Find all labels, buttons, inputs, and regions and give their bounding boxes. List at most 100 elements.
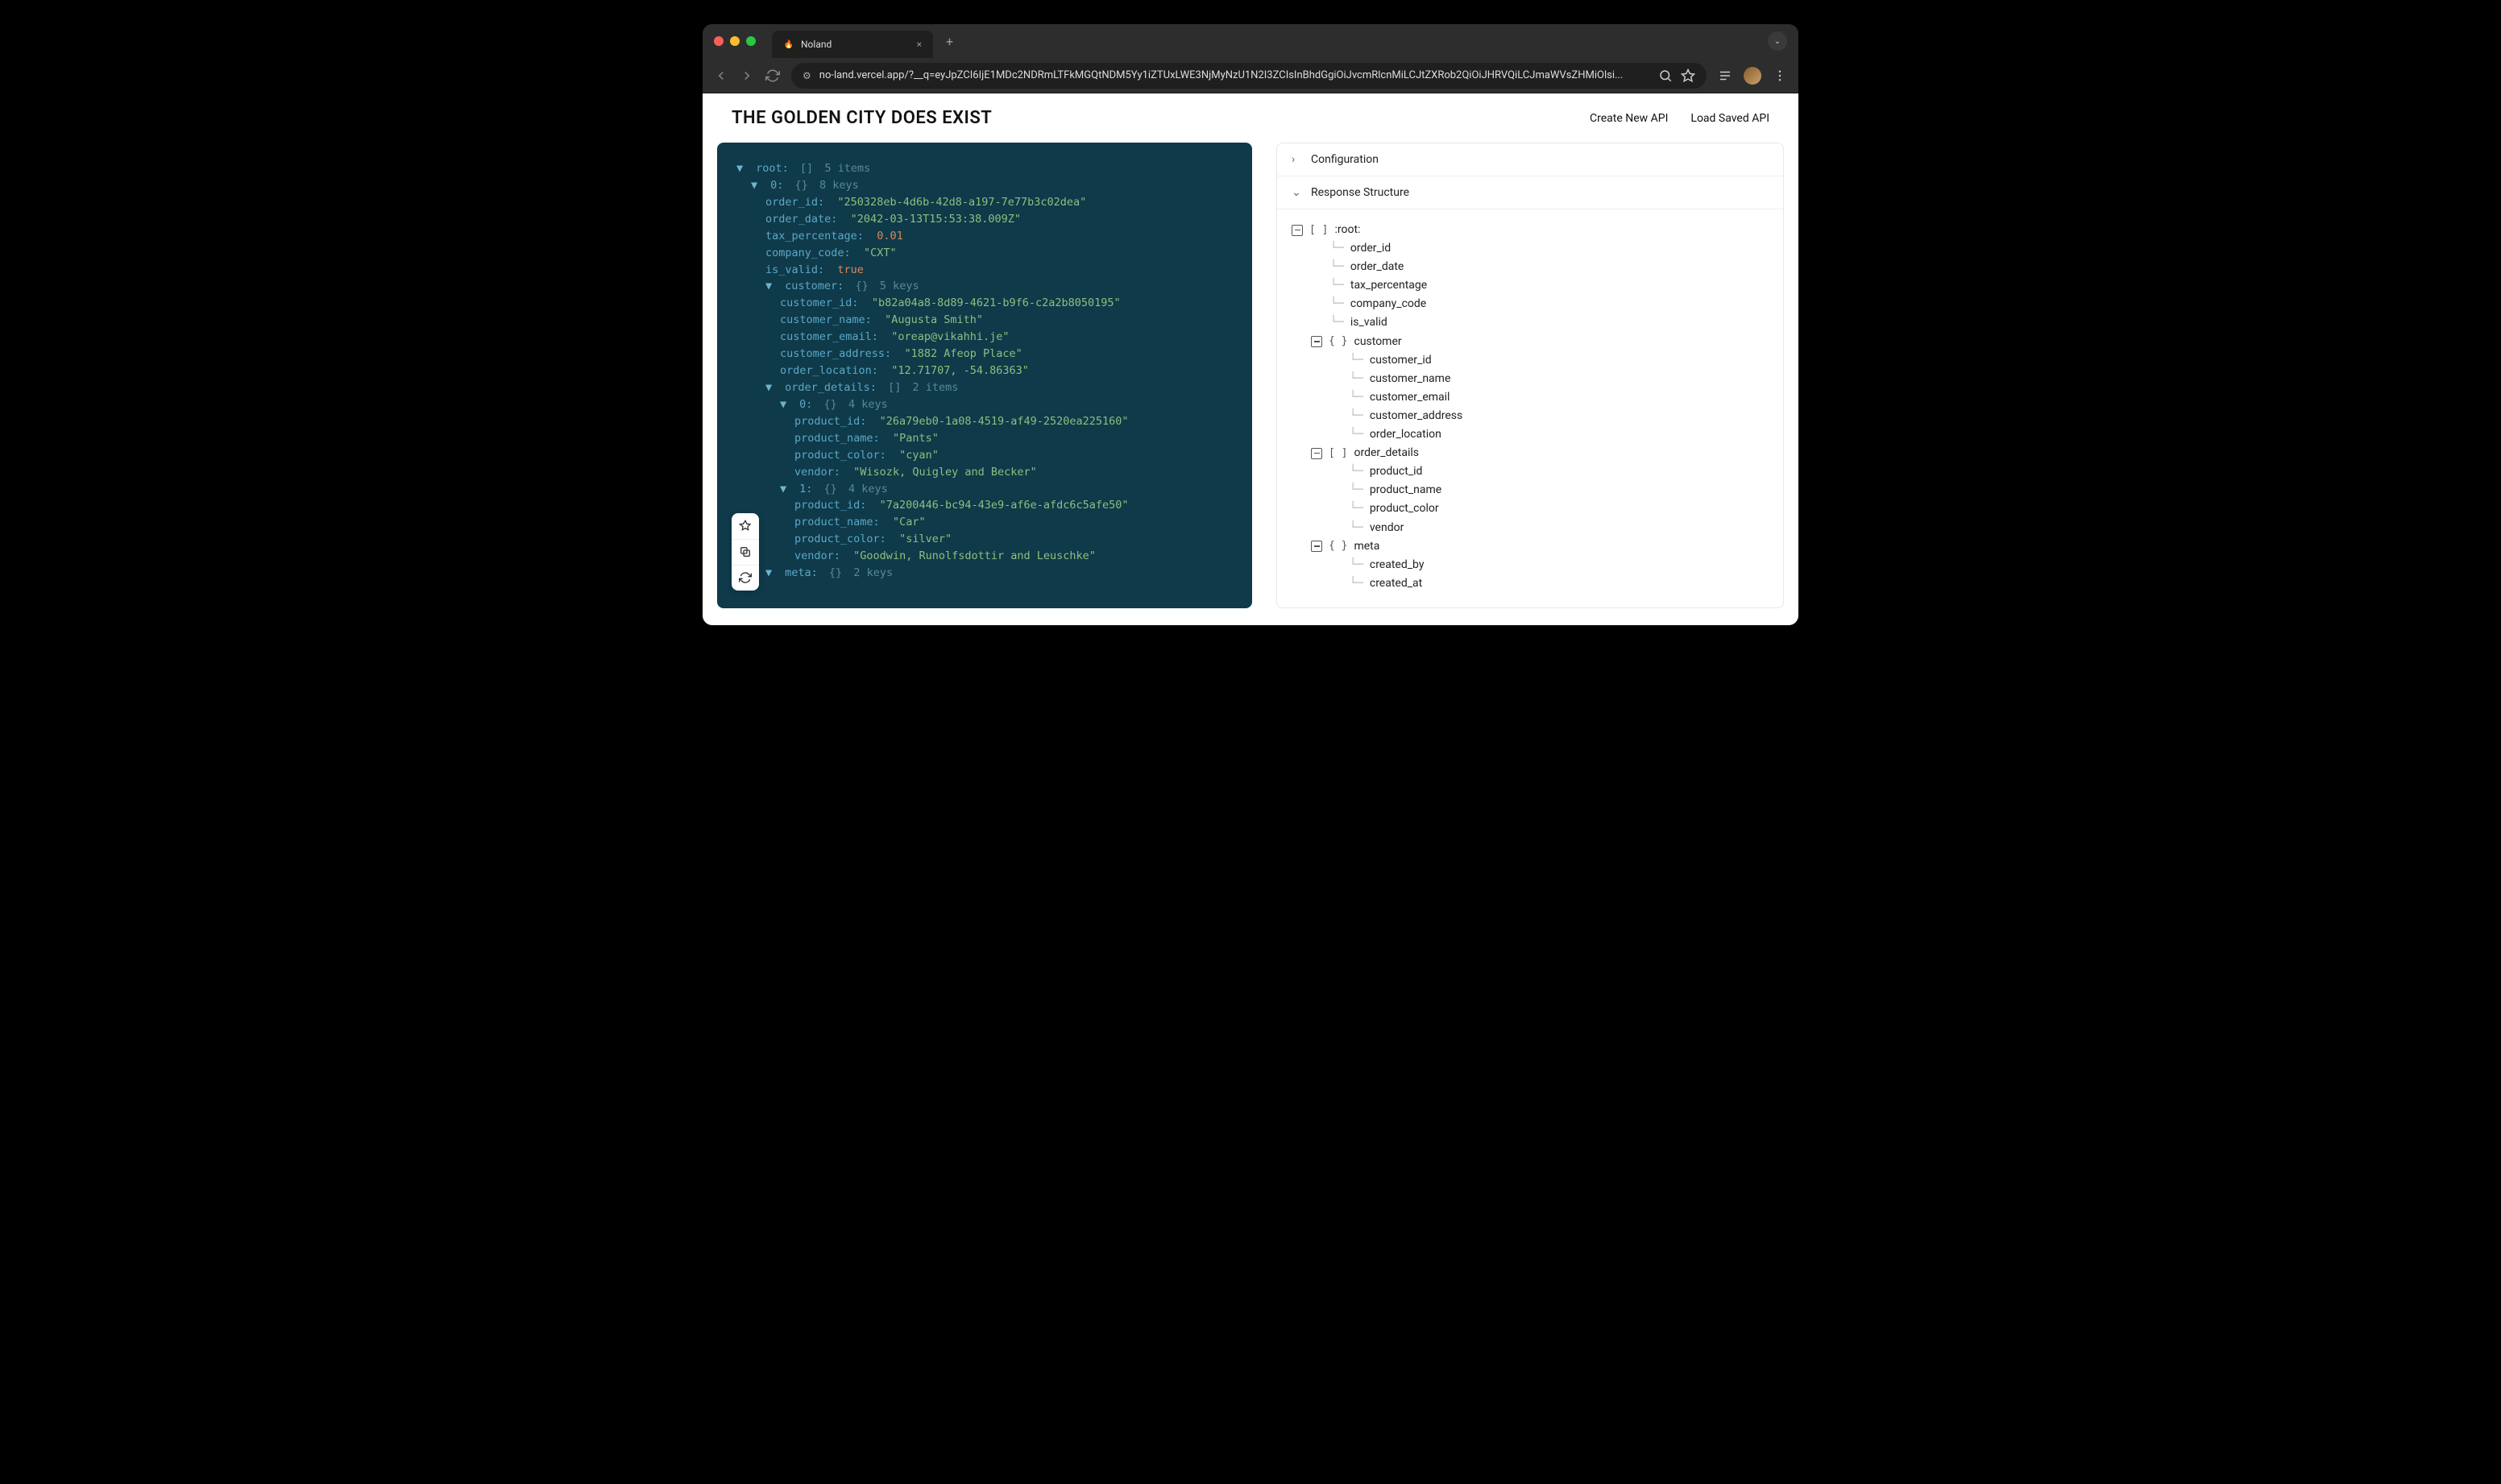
json-object-row[interactable]: ▼ 1: {} 4 keys [732,481,1238,498]
profile-avatar[interactable] [1744,67,1761,85]
window-close-button[interactable] [714,36,724,46]
menu-icon[interactable] [1773,68,1787,83]
collapse-box-icon[interactable] [1311,541,1322,552]
tab-list-dropdown[interactable]: ⌄ [1768,31,1787,51]
tree-connector-icon: └─ [1350,388,1363,407]
json-root-row[interactable]: ▼ root: [] 5 items [732,160,1238,177]
site-settings-icon[interactable]: ⚙ [803,70,811,81]
json-object-row[interactable]: ▼ 0: {} 8 keys [732,177,1238,194]
main-area: ▼ root: [] 5 items ▼ 0: {} 8 keys order_… [703,143,1798,624]
json-key: product_color: [794,449,886,462]
json-key: customer: [785,280,844,292]
tree-connector-icon: └─ [1350,370,1363,388]
tree-leaf[interactable]: └─created_by [1292,556,1769,574]
tree-leaf[interactable]: └─order_location [1292,425,1769,444]
json-value: "cyan" [899,449,939,462]
json-field-row: tax_percentage: 0.01 [732,228,1238,245]
tree-leaf[interactable]: └─customer_address [1292,407,1769,425]
json-key: order_id: [765,196,824,209]
json-field-row: product_name: "Pants" [732,430,1238,447]
json-field-row: product_id: "7a200446-bc94-43e9-af6e-afd… [732,497,1238,514]
tree-root-row[interactable]: [ ] :root: [1292,221,1769,239]
json-key: customer_id: [780,296,859,309]
json-value: "12.71707, -54.86363" [891,364,1029,377]
refresh-button[interactable] [732,565,759,591]
reload-button[interactable] [765,68,780,83]
tree-leaf[interactable]: └─product_name [1292,481,1769,500]
load-api-link[interactable]: Load Saved API [1690,112,1769,125]
reading-list-icon[interactable] [1718,68,1732,83]
tree-connector-icon: └─ [1350,574,1363,593]
tree-leaf[interactable]: └─vendor [1292,519,1769,537]
json-object-row[interactable]: ▼ meta: {} 2 keys [732,565,1238,582]
configuration-accordion[interactable]: › Configuration [1277,143,1783,176]
collapse-box-icon[interactable] [1311,448,1322,459]
zoom-icon[interactable] [1658,68,1673,83]
create-api-link[interactable]: Create New API [1590,112,1668,125]
collapse-toggle[interactable]: ▼ [780,396,788,413]
copy-button[interactable] [732,539,759,565]
window-minimize-button[interactable] [730,36,740,46]
json-value: "silver" [899,533,952,545]
tree-leaf[interactable]: └─customer_name [1292,370,1769,388]
tree-leaf[interactable]: └─product_color [1292,500,1769,518]
browser-toolbar: ⚙ no-land.vercel.app/?__q=eyJpZCI6IjE1MD… [703,58,1798,93]
json-field-row: customer_email: "oreap@vikahhi.je" [732,329,1238,346]
structure-tree: [ ] :root: └─order_id └─order_date └─tax… [1277,209,1783,607]
json-object-row[interactable]: ▼ 0: {} 4 keys [732,396,1238,413]
collapse-toggle[interactable]: ▼ [751,177,759,194]
collapse-toggle[interactable]: ▼ [765,565,774,582]
accordion-label: Response Structure [1311,186,1409,199]
new-tab-button[interactable]: + [939,31,960,52]
item-count: 2 keys [853,566,893,579]
response-structure-accordion[interactable]: ⌄ Response Structure [1277,176,1783,209]
tree-leaf[interactable]: └─product_id [1292,462,1769,481]
type-badge: { } [1329,537,1347,554]
tree-connector-icon: └─ [1350,500,1363,518]
collapse-box-icon[interactable] [1292,225,1303,236]
json-value: "Augusta Smith" [885,313,983,326]
tree-label: customer_id [1370,351,1432,370]
tree-object-row[interactable]: { } meta [1292,537,1769,556]
tree-connector-icon: └─ [1330,295,1344,313]
json-key: order_date: [765,213,837,226]
bookmark-star-icon[interactable] [1681,68,1695,83]
forward-button[interactable] [740,68,754,83]
browser-tab[interactable]: 🔥 Noland × [772,31,933,58]
json-field-row: order_location: "12.71707, -54.86363" [732,363,1238,379]
tree-leaf[interactable]: └─ customer_email [1292,388,1769,407]
tree-connector-icon: └─ [1330,276,1344,295]
window-maximize-button[interactable] [746,36,756,46]
tree-leaf[interactable]: └─order_date [1292,258,1769,276]
type-badge: [] [800,162,813,175]
json-object-row[interactable]: ▼ customer: {} 5 keys [732,278,1238,295]
tree-leaf[interactable]: └─created_at [1292,574,1769,593]
json-value: "26a79eb0-1a08-4519-af49-2520ea225160" [880,415,1129,428]
chevron-right-icon: › [1292,153,1301,166]
json-field-row: order_date: "2042-03-13T15:53:38.009Z" [732,211,1238,228]
tree-object-row[interactable]: { } customer [1292,333,1769,351]
tree-leaf[interactable]: └─order_id [1292,239,1769,258]
pin-button[interactable] [732,513,759,539]
url-bar[interactable]: ⚙ no-land.vercel.app/?__q=eyJpZCI6IjE1MD… [791,63,1707,89]
json-key: order_details: [785,381,877,394]
tree-leaf[interactable]: └─tax_percentage [1292,276,1769,295]
json-key: 0: [770,179,783,192]
tree-label: order_id [1350,239,1391,258]
tree-leaf[interactable]: └─company_code [1292,295,1769,313]
type-badge: { } [1329,333,1347,350]
collapse-toggle[interactable]: ▼ [736,160,744,177]
tree-label: created_by [1370,556,1425,574]
close-tab-button[interactable]: × [917,39,922,50]
collapse-toggle[interactable]: ▼ [765,278,774,295]
collapse-box-icon[interactable] [1311,336,1322,347]
collapse-toggle[interactable]: ▼ [780,481,788,498]
tree-label: customer_email [1370,388,1450,407]
tree-leaf[interactable]: └─ customer_id [1292,351,1769,370]
tree-leaf[interactable]: └─is_valid [1292,313,1769,332]
tree-array-row[interactable]: [ ] order_details [1292,444,1769,462]
back-button[interactable] [714,68,728,83]
collapse-toggle[interactable]: ▼ [765,379,774,396]
json-array-row[interactable]: ▼ order_details: [] 2 items [732,379,1238,396]
tree-connector-icon: └─ [1350,351,1363,370]
